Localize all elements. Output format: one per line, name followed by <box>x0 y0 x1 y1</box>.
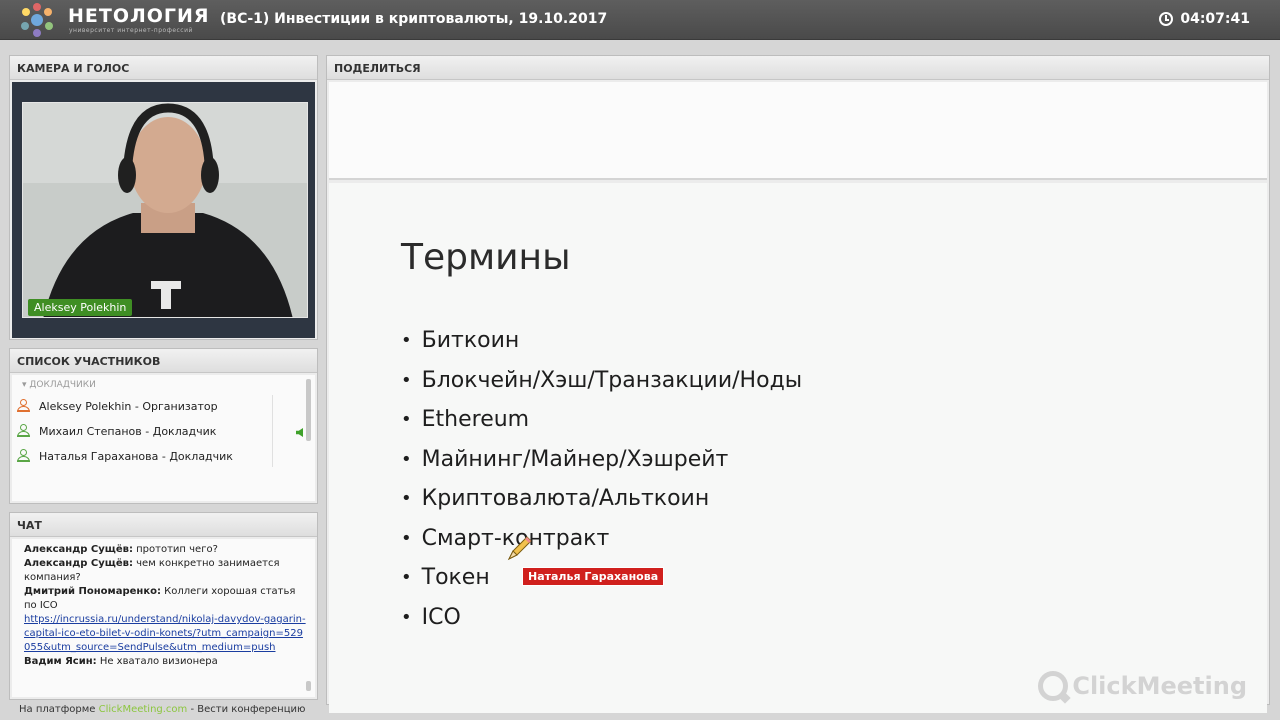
chat-message: Александр Сущёв: прототип чего? <box>24 544 218 555</box>
brand-name: НЕТОЛОГИЯ <box>68 5 210 27</box>
footer-text: На платформе ClickMeeting.com - Вести ко… <box>19 704 306 715</box>
chat-message: Вадим Ясин: Не хватало визионера <box>24 656 218 667</box>
chat-panel: ЧАТ Александр Сущёв: прототип чего? Алек… <box>9 512 318 700</box>
participants-group-label[interactable]: ▾ ДОКЛАДЧИКИ <box>22 380 96 390</box>
participant-name-tag: Aleksey Polekhin <box>28 299 133 316</box>
participant-label: Наталья Гараханова - Докладчик <box>39 449 233 463</box>
clickmeeting-watermark: ClickMeeting <box>1038 671 1247 701</box>
chat-panel-header: ЧАТ <box>10 513 317 537</box>
slide-bullet: Майнинг/Майнер/Хэшрейт <box>401 440 802 480</box>
chat-message-list: Александр Сущёв: прототип чего? Александ… <box>24 543 306 669</box>
presenter-cursor-label: Наталья Гараханова <box>522 567 665 586</box>
slide-bullet: ICO <box>401 598 802 638</box>
list-divider <box>272 395 273 467</box>
session-title: (ВС-1) Инвестиции в криптовалюты, 19.10.… <box>220 11 608 27</box>
slide-bullet: Криптовалюта/Альткоин <box>401 479 802 519</box>
platform-link[interactable]: ClickMeeting.com <box>99 704 188 715</box>
slide-bullet: Смарт-контракт <box>401 519 802 559</box>
top-bar: НЕТОЛОГИЯ университет интернет-профессий… <box>0 0 1280 40</box>
participant-row[interactable]: Михаил Степанов - Докладчик <box>16 420 278 442</box>
camera-panel-header: КАМЕРА И ГОЛОС <box>10 56 317 80</box>
participant-label: Aleksey Polekhin - Организатор <box>39 399 218 413</box>
slide-top-strip <box>329 82 1267 180</box>
speaking-volume-icon <box>296 428 303 437</box>
chat-scrollbar[interactable] <box>306 681 311 691</box>
share-panel-header: ПОДЕЛИТЬСЯ <box>327 56 1269 80</box>
clickmeeting-logo-icon <box>1038 671 1069 701</box>
slide-title: Термины <box>401 237 571 278</box>
participants-list: ▾ ДОКЛАДЧИКИ Aleksey Polekhin - Организа… <box>12 375 315 501</box>
participant-row[interactable]: Aleksey Polekhin - Организатор <box>16 395 278 417</box>
presentation-slide: Термины Биткоин Блокчейн/Хэш/Транзакции/… <box>329 183 1267 713</box>
participant-row[interactable]: Наталья Гараханова - Докладчик <box>16 445 278 467</box>
participant-label: Михаил Степанов - Докладчик <box>39 424 217 438</box>
chat-message: Дмитрий Пономаренко: Коллеги хорошая ста… <box>24 586 306 655</box>
netology-logo-icon <box>21 3 53 37</box>
camera-area: Aleksey Polekhin <box>12 82 315 338</box>
slide-bullet: Блокчейн/Хэш/Транзакции/Ноды <box>401 361 803 401</box>
pencil-cursor-icon <box>507 536 532 561</box>
session-timer: 04:07:41 <box>1159 11 1250 27</box>
participants-panel-header: СПИСОК УЧАСТНИКОВ <box>10 349 317 373</box>
chat-messages: Александр Сущёв: прототип чего? Александ… <box>12 539 315 697</box>
brand-subtitle: университет интернет-профессий <box>69 27 193 34</box>
chat-link[interactable]: https://incrussia.ru/understand/nikolaj-… <box>24 613 306 655</box>
participants-panel: СПИСОК УЧАСТНИКОВ ▾ ДОКЛАДЧИКИ Aleksey P… <box>9 348 318 504</box>
chat-message: Александр Сущёв: чем конкретно занимаетс… <box>24 558 280 583</box>
slide-bullet-list: Биткоин Блокчейн/Хэш/Транзакции/Ноды Eth… <box>401 321 803 638</box>
slide-bullet: Ethereum <box>401 400 802 440</box>
participants-scrollbar[interactable] <box>306 379 311 441</box>
share-panel: ПОДЕЛИТЬСЯ Термины Биткоин Блокчейн/Хэш/… <box>326 55 1270 713</box>
camera-panel: КАМЕРА И ГОЛОС Aleksey Polekhin <box>9 55 318 340</box>
organizer-user-icon <box>16 399 30 413</box>
slide-bullet: Биткоин <box>401 321 802 361</box>
webcam-person-image <box>23 103 307 317</box>
webcam-video[interactable]: Aleksey Polekhin <box>22 102 308 318</box>
speaker-user-icon <box>16 424 30 438</box>
speaker-user-icon <box>16 449 30 463</box>
clock-icon <box>1159 12 1174 26</box>
timer-value: 04:07:41 <box>1180 11 1250 27</box>
